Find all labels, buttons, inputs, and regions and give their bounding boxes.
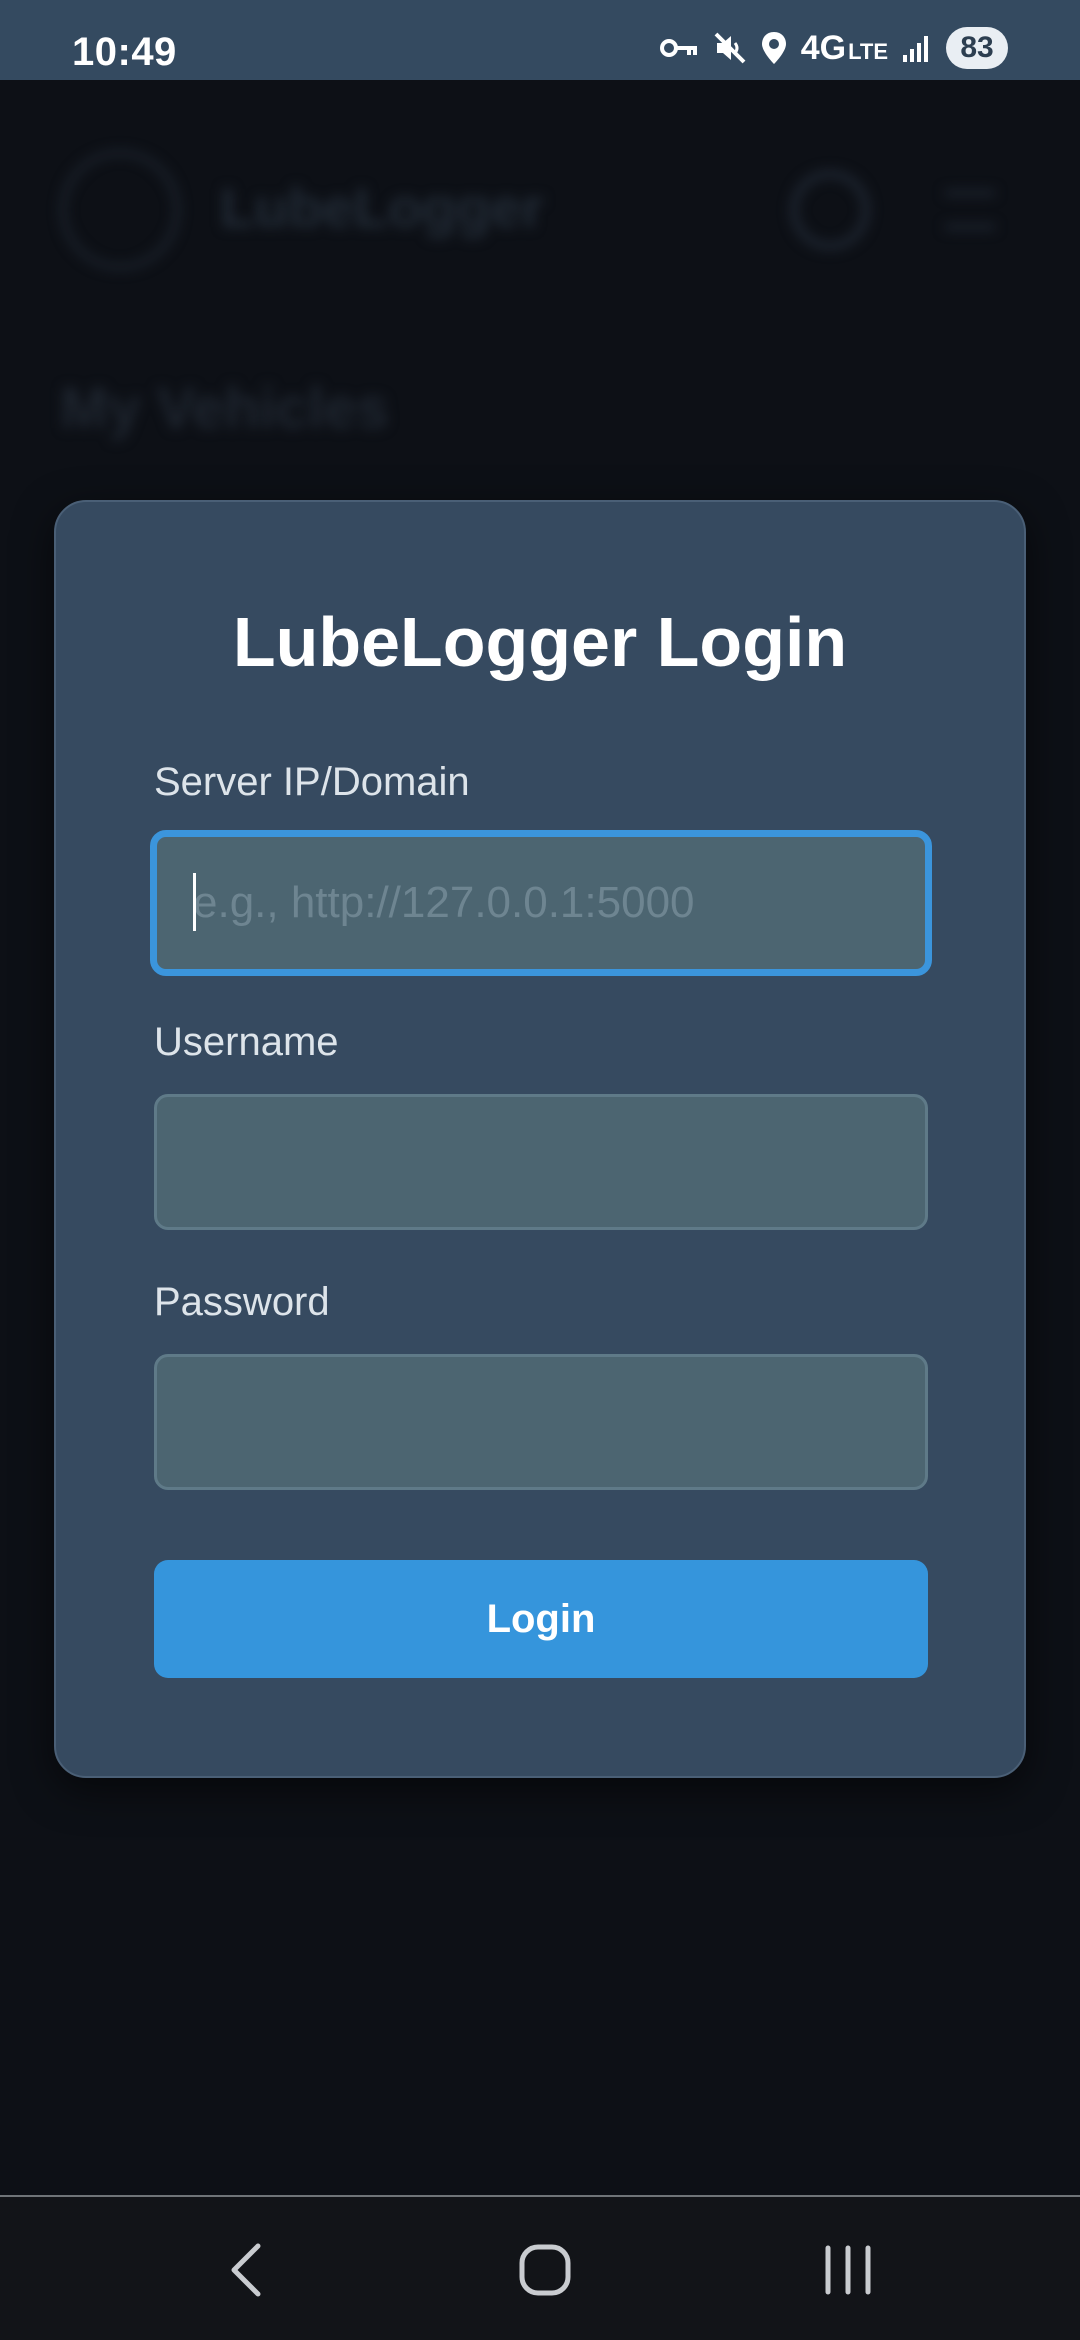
refresh-icon [790, 170, 870, 250]
navigation-bar [0, 2195, 1080, 2340]
username-label: Username [154, 1020, 339, 1064]
battery-indicator: 83 [946, 27, 1008, 69]
location-icon [761, 31, 787, 65]
status-time: 10:49 [72, 30, 177, 74]
status-bar: 10:49 4G LTE 83 [0, 0, 1080, 80]
background-header: LubeLogger [0, 80, 1080, 330]
login-button[interactable]: Login [154, 1560, 928, 1678]
status-icons: 4G LTE 83 [659, 26, 1008, 70]
back-icon [226, 2242, 266, 2303]
recents-icon [822, 2244, 874, 2301]
home-button[interactable] [505, 2237, 585, 2307]
signal-icon [902, 33, 932, 63]
network-label: 4G [800, 28, 847, 67]
text-cursor [193, 873, 196, 931]
password-label: Password [154, 1280, 330, 1324]
background-section-title: My Vehicles [60, 376, 389, 441]
menu-icon [945, 190, 995, 230]
password-input[interactable] [154, 1354, 928, 1490]
vpn-key-icon [659, 34, 699, 62]
login-dialog: LubeLogger Login Server IP/Domain Userna… [54, 500, 1026, 1778]
background-app-title: LubeLogger [220, 176, 544, 239]
mute-icon [713, 31, 747, 65]
server-input[interactable] [150, 830, 932, 976]
back-button[interactable] [206, 2237, 286, 2307]
home-icon [519, 2244, 571, 2301]
username-input[interactable] [154, 1094, 928, 1230]
recents-button[interactable] [808, 2237, 888, 2307]
server-label: Server IP/Domain [154, 760, 470, 804]
dialog-title: LubeLogger Login [232, 603, 848, 681]
network-type: 4G LTE [801, 29, 888, 68]
app-logo-icon [60, 150, 180, 270]
network-sub-label: LTE [848, 38, 888, 64]
